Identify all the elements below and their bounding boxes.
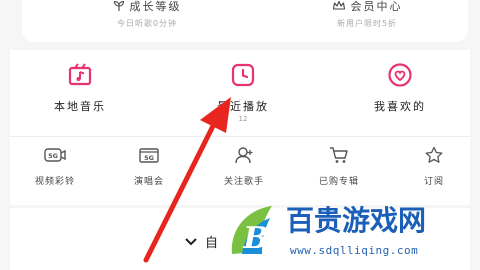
follow-artist-button[interactable]: 关注歌手 xyxy=(209,146,279,187)
local-music-label: 本地音乐 xyxy=(54,100,106,113)
video-ringtone-5g-icon: 5G xyxy=(44,148,66,162)
local-music-icon xyxy=(68,63,92,86)
recent-play-count: 12 xyxy=(238,115,248,123)
growth-level-subtitle: 今日听歌0分钟 xyxy=(116,19,178,28)
video-ringtone-label: 视频彩铃 xyxy=(34,177,75,187)
growth-level-title: 成长等级 xyxy=(129,0,182,13)
follow-artist-icon xyxy=(235,147,253,164)
vip-center-subtitle: 新用户限时5折 xyxy=(336,19,398,28)
svg-text:5G: 5G xyxy=(48,152,58,160)
concert-button[interactable]: 5G 演唱会 xyxy=(114,146,184,187)
recent-play-icon xyxy=(231,63,255,87)
purchased-album-label: 已购专辑 xyxy=(318,177,359,187)
video-ringtone-button[interactable]: 5G 视频彩铃 xyxy=(20,146,90,187)
recent-play-button[interactable]: 最近播放 12 xyxy=(198,62,288,123)
watermark-site-name-text: 百贵游戏网 xyxy=(286,204,427,237)
local-music-button[interactable]: 本地音乐 xyxy=(35,62,125,114)
playlist-section-label: 自 xyxy=(205,236,219,251)
account-summary-card: 成长等级 今日听歌0分钟 会员中心 新用户限时5折 xyxy=(22,0,468,42)
section-divider xyxy=(10,136,470,137)
purchased-album-cart-icon xyxy=(330,147,348,163)
chevron-down-icon xyxy=(185,237,197,245)
playlist-section-toggle[interactable]: 自 xyxy=(185,232,218,251)
favorites-button[interactable]: 我喜欢的 xyxy=(355,62,445,114)
purchased-album-button[interactable]: 已购专辑 xyxy=(304,146,374,187)
subscription-button[interactable]: 订阅 xyxy=(399,146,469,187)
concert-label: 演唱会 xyxy=(133,177,164,187)
follow-artist-label: 关注歌手 xyxy=(223,177,264,187)
recent-play-label: 最近播放 xyxy=(217,100,269,113)
vip-center-title: 会员中心 xyxy=(350,0,403,13)
favorite-heart-icon xyxy=(388,63,412,87)
watermark-url: www.sdqlliqing.com xyxy=(290,244,419,257)
watermark-site-name: 百贵游戏网 xyxy=(286,204,426,238)
vip-center-entry[interactable]: 会员中心 新用户限时5折 xyxy=(292,0,442,29)
subscription-star-icon xyxy=(425,146,443,163)
watermark-logo: B xyxy=(231,206,272,256)
crown-icon xyxy=(332,0,345,10)
sprout-icon xyxy=(113,0,124,11)
site-watermark: B 百贵游戏网 www.sdqlliqing.com xyxy=(226,198,480,270)
svg-text:B: B xyxy=(242,221,268,256)
my-music-panel: 本地音乐 最近播放 12 我喜欢的 5G 视频彩铃 5G 演唱会 关注歌手 已购… xyxy=(10,50,470,205)
svg-text:5G: 5G xyxy=(144,154,154,162)
favorites-label: 我喜欢的 xyxy=(374,100,426,113)
concert-5g-icon: 5G xyxy=(139,148,159,163)
growth-level-entry[interactable]: 成长等级 今日听歌0分钟 xyxy=(72,0,222,29)
subscription-label: 订阅 xyxy=(423,177,444,187)
